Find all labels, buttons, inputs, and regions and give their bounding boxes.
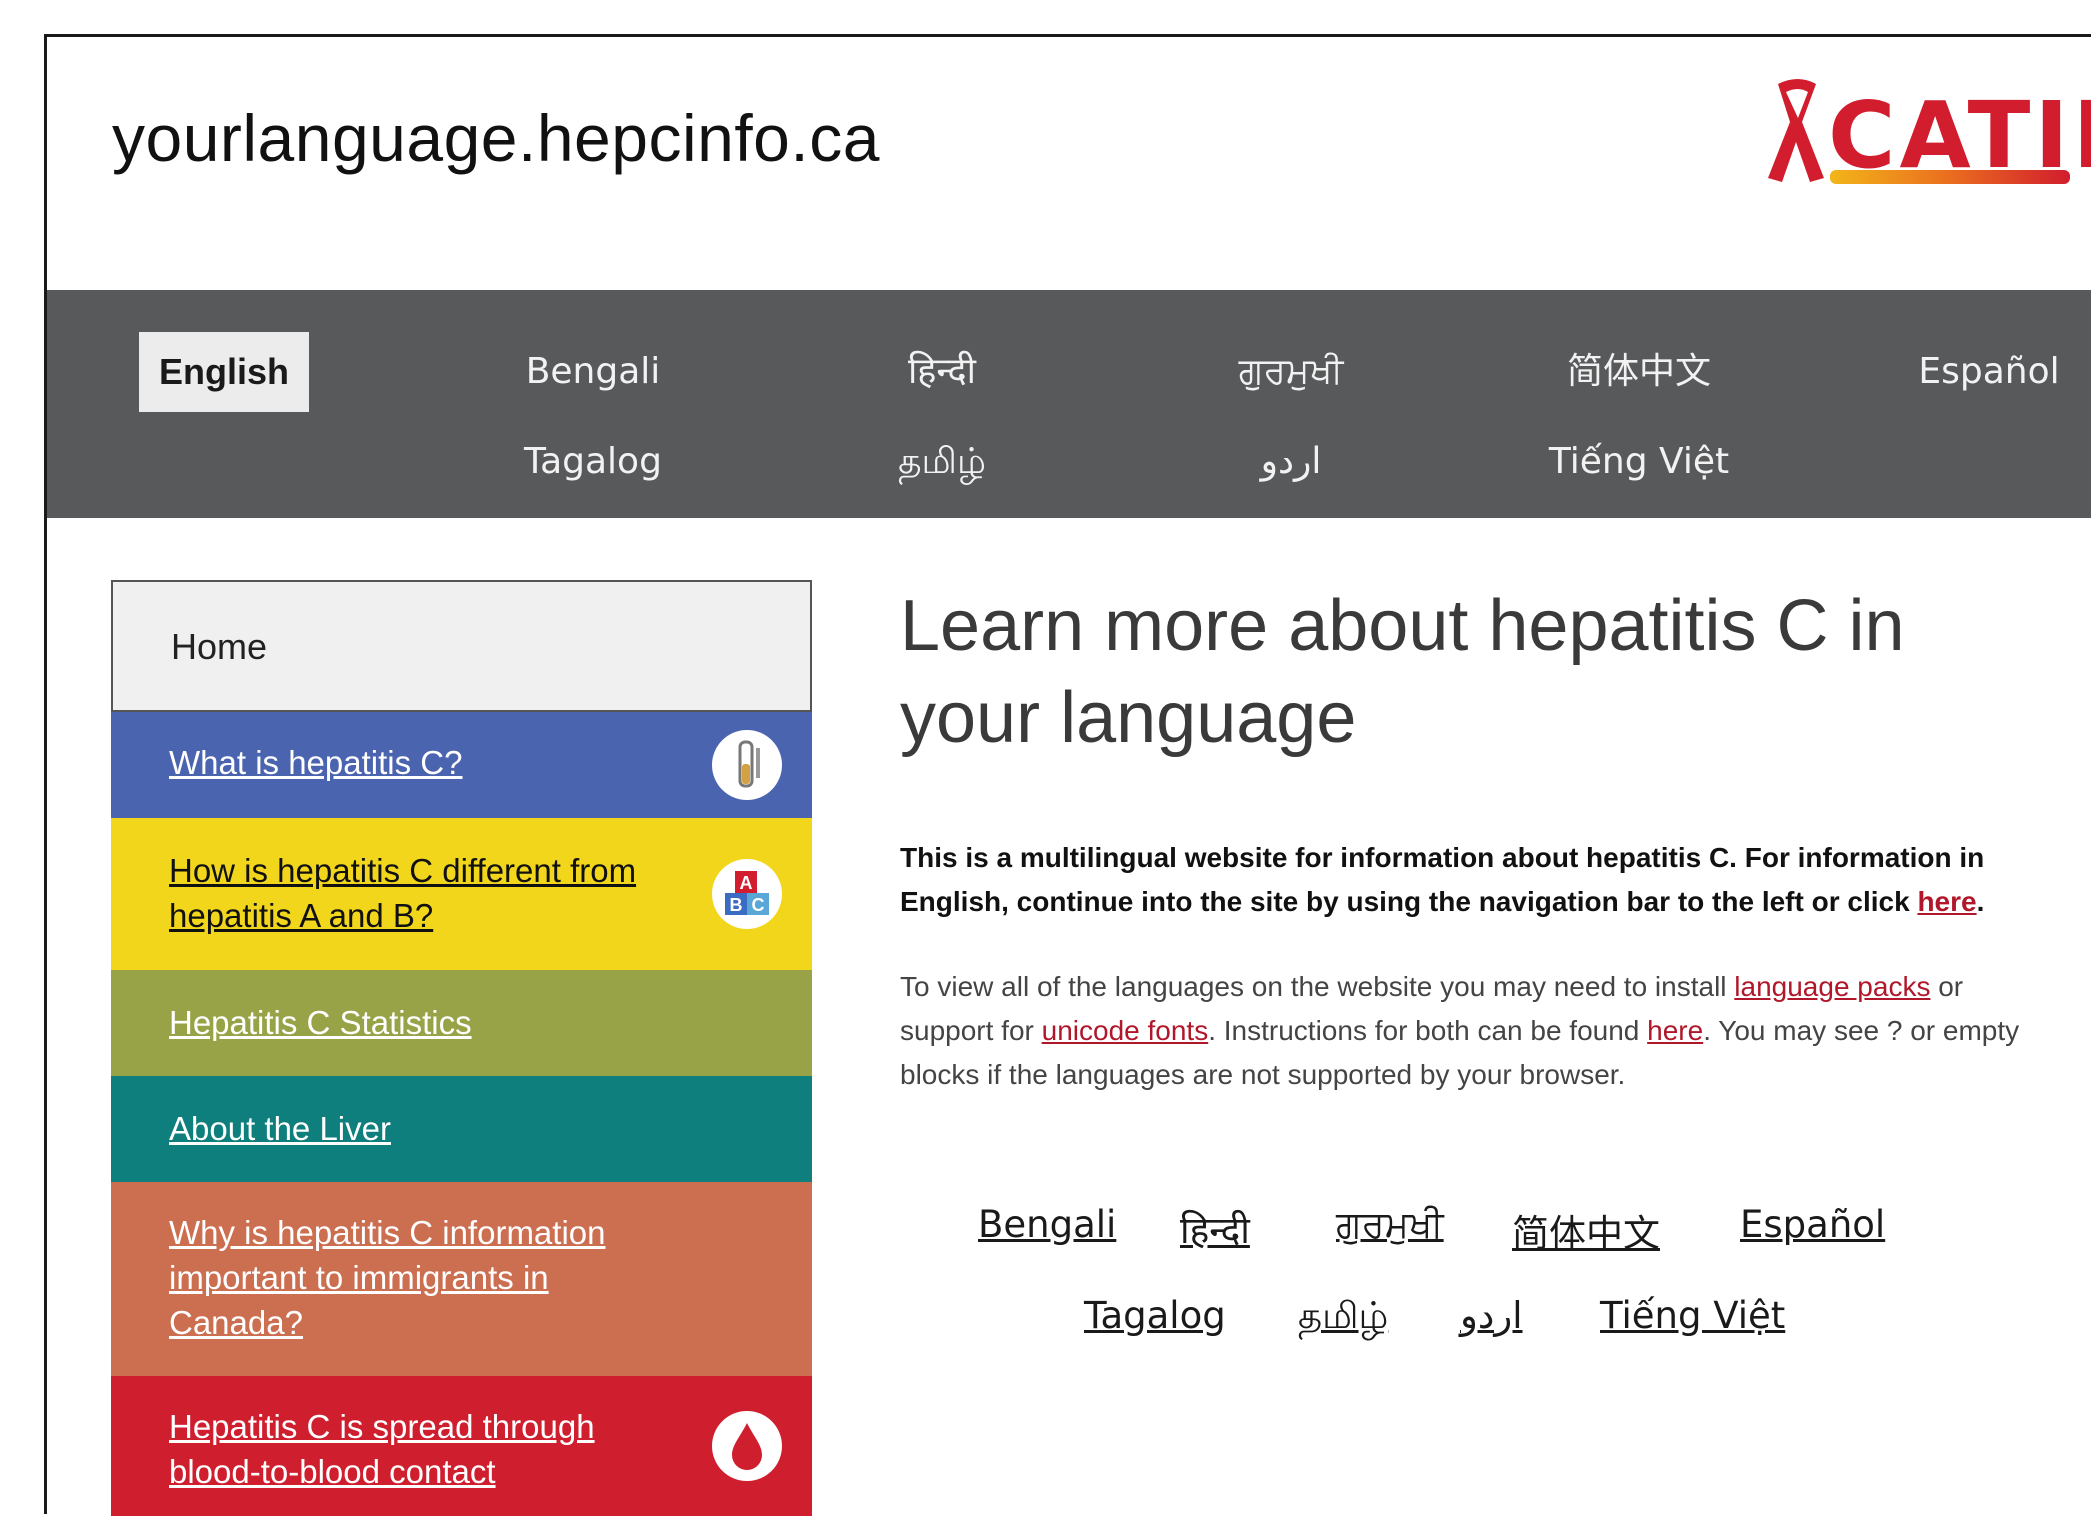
nav-tamil[interactable]: தமிழ் <box>822 422 1062 502</box>
lang-link-bengali[interactable]: Bengali <box>978 1203 1116 1246</box>
intro-here-link[interactable]: here <box>1917 886 1976 917</box>
sidebar-item-home[interactable]: Home <box>111 580 812 712</box>
lang-link-espanol[interactable]: Español <box>1740 1203 1885 1246</box>
intro-text: This is a multilingual website for infor… <box>900 842 1985 917</box>
sidebar-item-statistics[interactable]: Hepatitis C Statistics <box>111 970 812 1076</box>
nav-english[interactable]: English <box>139 332 309 412</box>
nav-urdu[interactable]: اردو <box>1171 422 1411 502</box>
lang-link-gurmukhi[interactable]: ਗੁਰਮੁਖੀ <box>1336 1203 1444 1247</box>
unicode-fonts-link[interactable]: unicode fonts <box>1042 1015 1209 1046</box>
sidebar-nav: Home What is hepatitis C? How is hepatit… <box>111 580 812 1516</box>
lang-link-urdu[interactable]: اردو <box>1460 1294 1523 1337</box>
sidebar-item-hepc-vs-a-b[interactable]: How is hepatitis C different from hepati… <box>111 818 812 970</box>
svg-text:B: B <box>730 895 743 915</box>
nav-gurmukhi[interactable]: ਗੁਰਮੁਖੀ <box>1171 332 1411 412</box>
sidebar-item-immigrants[interactable]: Why is hepatitis C information important… <box>111 1182 812 1376</box>
page-heading: Learn more about hepatitis C in your lan… <box>900 586 1905 758</box>
lang-link-tamil[interactable]: தமிழ் <box>1298 1294 1388 1342</box>
nav-espanol[interactable]: Español <box>1869 332 2091 412</box>
fonts-text-c: . Instructions for both can be found <box>1208 1015 1648 1046</box>
abc-blocks-icon: A B C <box>712 859 782 929</box>
lang-link-tagalog[interactable]: Tagalog <box>1084 1294 1226 1337</box>
sidebar-link-what-is-hepc[interactable]: What is hepatitis C? <box>169 740 672 785</box>
sidebar-link-about-liver[interactable]: About the Liver <box>169 1106 672 1151</box>
sidebar-item-what-is-hepc[interactable]: What is hepatitis C? <box>111 712 812 818</box>
red-ribbon-icon <box>1768 79 1824 182</box>
intro-paragraph: This is a multilingual website for infor… <box>900 836 2030 924</box>
lang-link-vietnamese[interactable]: Tiếng Việt <box>1600 1294 1785 1337</box>
sidebar-link-statistics[interactable]: Hepatitis C Statistics <box>169 1000 672 1045</box>
nav-hindi[interactable]: हिन्दी <box>822 332 1062 412</box>
logo-underline <box>1830 170 2070 184</box>
catie-logo[interactable]: CATIE <box>1758 78 2091 189</box>
test-tube-icon <box>712 730 782 800</box>
nav-tagalog[interactable]: Tagalog <box>473 422 713 502</box>
nav-bengali[interactable]: Bengali <box>473 332 713 412</box>
sidebar-link-hepc-vs-a-b[interactable]: How is hepatitis C different from hepati… <box>169 848 672 938</box>
sidebar-item-blood-contact[interactable]: Hepatitis C is spread through blood-to-b… <box>111 1376 812 1516</box>
sidebar-link-blood-contact[interactable]: Hepatitis C is spread through blood-to-b… <box>169 1404 672 1494</box>
nav-chinese[interactable]: 简体中文 <box>1519 332 1759 412</box>
lang-link-hindi[interactable]: हिन्दी <box>1180 1203 1250 1254</box>
fonts-text-a: To view all of the languages on the webs… <box>900 971 1735 1002</box>
fonts-paragraph: To view all of the languages on the webs… <box>900 965 2040 1097</box>
language-nav-bar: English Bengali हिन्दी ਗੁਰਮੁਖੀ 简体中文 Espa… <box>47 290 2091 518</box>
intro-end: . <box>1976 886 1985 917</box>
svg-text:A: A <box>740 873 753 893</box>
sidebar-link-immigrants[interactable]: Why is hepatitis C information important… <box>169 1210 672 1345</box>
svg-text:C: C <box>752 895 765 915</box>
language-packs-link[interactable]: language packs <box>1734 971 1930 1002</box>
nav-vietnamese[interactable]: Tiếng Việt <box>1519 422 1759 502</box>
instructions-here-link[interactable]: here <box>1647 1015 1703 1046</box>
site-title[interactable]: yourlanguage.hepcinfo.ca <box>112 100 880 176</box>
lang-link-chinese[interactable]: 简体中文 <box>1512 1203 1660 1257</box>
sidebar-item-about-liver[interactable]: About the Liver <box>111 1076 812 1182</box>
blood-drop-icon <box>712 1411 782 1481</box>
